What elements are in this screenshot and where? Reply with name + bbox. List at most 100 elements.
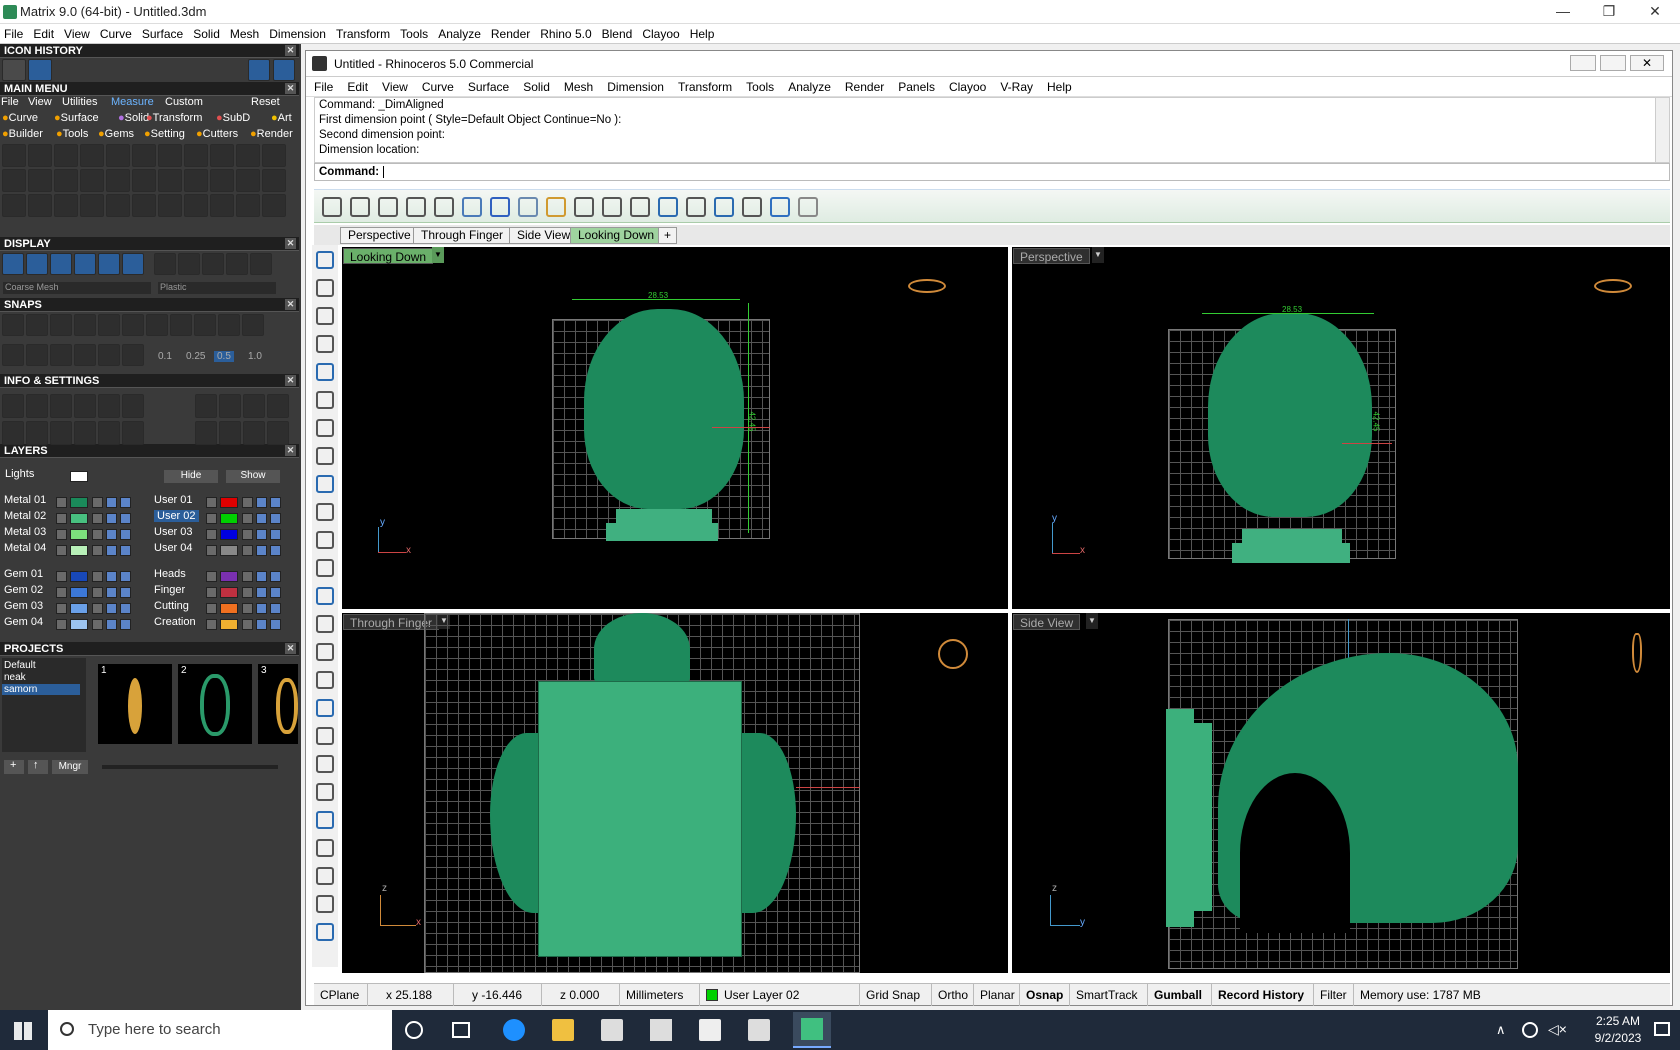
info-tool-icon[interactable] [50, 394, 72, 418]
layer-color-swatch[interactable] [220, 603, 238, 614]
toolbar-tool-icon[interactable] [518, 197, 538, 217]
lock-icon[interactable] [242, 529, 253, 540]
display-mode-icon[interactable] [26, 253, 48, 275]
visibility-icon[interactable] [106, 619, 117, 630]
minimize-button[interactable] [1570, 55, 1596, 71]
info-tool-icon[interactable] [2, 394, 24, 418]
menu-solid[interactable]: Solid [193, 27, 220, 41]
minimize-button[interactable]: — [1540, 0, 1586, 24]
toolbar-tool-icon[interactable] [490, 197, 510, 217]
layer-name[interactable]: Creation [154, 616, 196, 628]
side-tool-icon[interactable] [316, 251, 334, 269]
visibility-icon[interactable] [256, 619, 267, 630]
rmenu-render[interactable]: Render [845, 80, 884, 94]
side-tool-icon[interactable] [316, 615, 334, 633]
toolbar-tool-icon[interactable] [322, 197, 342, 217]
layer-name[interactable]: Metal 01 [4, 494, 46, 506]
side-tool-icon[interactable] [316, 811, 334, 829]
toolbar-tool-icon[interactable] [350, 197, 370, 217]
print-icon[interactable] [120, 545, 131, 556]
layer-expand-icon[interactable] [56, 497, 67, 508]
rmenu-clayoo[interactable]: Clayoo [949, 80, 986, 94]
toolbar-tool-icon[interactable] [574, 197, 594, 217]
rmenu-dimension[interactable]: Dimension [607, 80, 664, 94]
lock-icon[interactable] [242, 571, 253, 582]
rmenu-curve[interactable]: Curve [422, 80, 454, 94]
snap-icon[interactable] [170, 314, 192, 336]
snap-value[interactable]: 0.25 [186, 351, 205, 362]
restore-button[interactable] [1600, 55, 1626, 71]
side-tool-icon[interactable] [316, 839, 334, 857]
visibility-icon[interactable] [256, 529, 267, 540]
layer-name[interactable]: Finger [154, 584, 185, 596]
toolbar-tool-icon[interactable] [630, 197, 650, 217]
display-mode-icon[interactable] [2, 253, 24, 275]
lights-color[interactable] [70, 471, 88, 482]
visibility-icon[interactable] [106, 571, 117, 582]
snap-tool-icon[interactable] [122, 344, 144, 366]
rmenu-mesh[interactable]: Mesh [564, 80, 593, 94]
history-tool-icon[interactable] [28, 59, 52, 81]
mm-view[interactable]: View [28, 96, 52, 108]
mm-gems[interactable]: ●Gems [98, 128, 134, 140]
add-project-button[interactable]: + [4, 759, 24, 774]
rmenu-help[interactable]: Help [1047, 80, 1072, 94]
measure-tool-icon[interactable] [132, 169, 156, 192]
snap-icon[interactable] [146, 314, 168, 336]
measure-tool-icon[interactable] [80, 169, 104, 192]
forward-arrow-icon[interactable] [273, 59, 295, 81]
manager-button[interactable]: Mngr [52, 760, 88, 774]
lock-icon[interactable] [92, 587, 103, 598]
print-icon[interactable] [270, 619, 281, 630]
menu-clayoo[interactable]: Clayoo [642, 27, 679, 41]
cortana-icon[interactable] [405, 1021, 423, 1039]
restore-button[interactable]: ❐ [1586, 0, 1632, 24]
print-icon[interactable] [120, 587, 131, 598]
layer-color-swatch[interactable] [70, 545, 88, 556]
visibility-icon[interactable] [106, 603, 117, 614]
print-icon[interactable] [270, 545, 281, 556]
layer-color-swatch[interactable] [70, 513, 88, 524]
layer-expand-icon[interactable] [56, 571, 67, 582]
measure-tool-icon[interactable] [28, 169, 52, 192]
measure-tool-icon[interactable] [54, 194, 78, 217]
snap-tool-icon[interactable] [74, 344, 96, 366]
material-ball-icon[interactable] [154, 253, 176, 275]
toolbar-tool-icon[interactable] [378, 197, 398, 217]
material-ball-icon[interactable] [202, 253, 224, 275]
material-ball-icon[interactable] [178, 253, 200, 275]
menu-dimension[interactable]: Dimension [269, 27, 326, 41]
close-button[interactable]: ✕ [1632, 0, 1678, 24]
mm-builder[interactable]: ●Builder [2, 128, 43, 140]
measure-tool-icon[interactable] [80, 144, 104, 167]
mm-tools[interactable]: ●Tools [56, 128, 88, 140]
mail-icon[interactable] [650, 1019, 672, 1041]
rmenu-surface[interactable]: Surface [468, 80, 509, 94]
notification-icon[interactable] [1654, 1022, 1670, 1036]
viewport-label[interactable]: Looking Down [343, 248, 434, 264]
grid-snap-toggle[interactable]: Grid Snap [860, 984, 932, 1006]
app-icon[interactable] [699, 1019, 721, 1041]
menu-tools[interactable]: Tools [400, 27, 428, 41]
snap-tool-icon[interactable] [50, 344, 72, 366]
mm-solid[interactable]: ●Solid [118, 112, 149, 124]
material-select[interactable]: Plastic [158, 282, 276, 294]
measure-tool-icon[interactable] [158, 194, 182, 217]
layer-expand-icon[interactable] [206, 497, 217, 508]
measure-tool-icon[interactable] [106, 144, 130, 167]
layer-name[interactable]: Gem 03 [4, 600, 43, 612]
measure-tool-icon[interactable] [236, 169, 260, 192]
side-tool-icon[interactable] [316, 643, 334, 661]
layer-status[interactable]: User Layer 02 [700, 984, 860, 1006]
print-icon[interactable] [120, 619, 131, 630]
measure-tool-icon[interactable] [28, 144, 52, 167]
layer-expand-icon[interactable] [56, 513, 67, 524]
info-tool-icon[interactable] [122, 421, 144, 445]
mm-measure[interactable]: Measure [111, 96, 154, 108]
side-tool-icon[interactable] [316, 391, 334, 409]
side-tool-icon[interactable] [316, 447, 334, 465]
visibility-icon[interactable] [106, 513, 117, 524]
measure-tool-icon[interactable] [158, 169, 182, 192]
close-icon[interactable]: ✕ [285, 375, 296, 386]
toolbar-tool-icon[interactable] [406, 197, 426, 217]
